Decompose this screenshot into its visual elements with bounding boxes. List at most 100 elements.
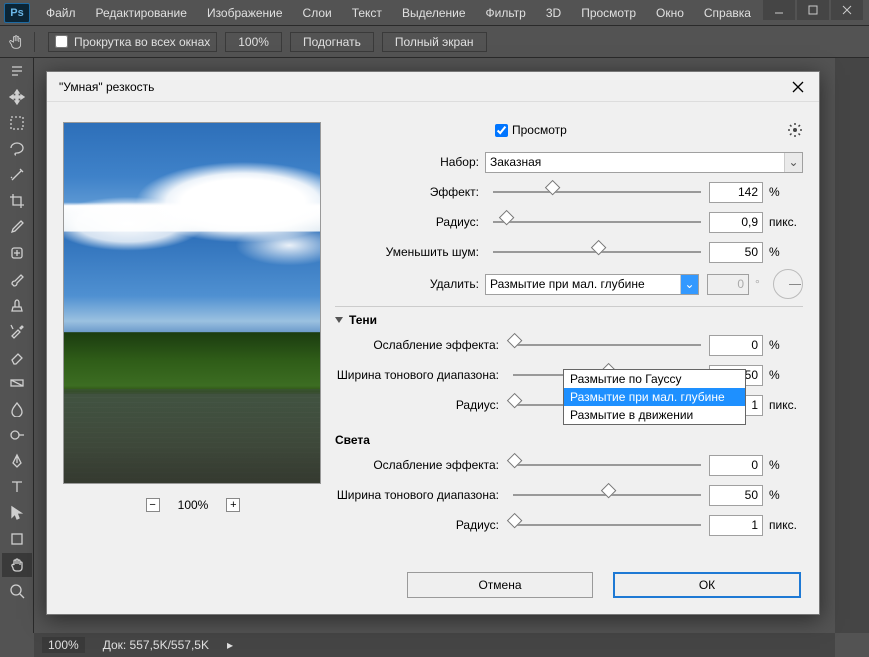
- zoom-100-button[interactable]: 100%: [225, 32, 282, 52]
- scroll-all-checkbox-input[interactable]: [55, 35, 68, 48]
- shadow-fade-input[interactable]: [709, 335, 763, 356]
- shadow-tonal-label: Ширина тонового диапазона:: [335, 368, 505, 382]
- menu-image[interactable]: Изображение: [197, 2, 293, 24]
- right-panels[interactable]: [835, 58, 869, 633]
- shadow-radius-label: Радиус:: [335, 398, 505, 412]
- fit-button[interactable]: Подогнать: [290, 32, 374, 52]
- hl-fade-input[interactable]: [709, 455, 763, 476]
- shadow-fade-slider[interactable]: [513, 335, 701, 355]
- angle-input[interactable]: [707, 274, 749, 295]
- dodge-tool[interactable]: [2, 423, 32, 447]
- magic-wand-tool[interactable]: [2, 163, 32, 187]
- hl-fade-slider[interactable]: [513, 455, 701, 475]
- menu-3d[interactable]: 3D: [536, 2, 571, 24]
- eyedropper-tool[interactable]: [2, 215, 32, 239]
- noise-slider[interactable]: [493, 242, 701, 262]
- tab-expand-icon[interactable]: [2, 59, 32, 83]
- highlights-section-header[interactable]: Света: [335, 427, 803, 447]
- zoom-field[interactable]: 100%: [42, 637, 85, 653]
- preview-checkbox[interactable]: Просмотр: [495, 123, 567, 137]
- hl-radius-slider[interactable]: [513, 515, 701, 535]
- fullscreen-button[interactable]: Полный экран: [382, 32, 487, 52]
- menu-filter[interactable]: Фильтр: [476, 2, 536, 24]
- lasso-tool[interactable]: [2, 137, 32, 161]
- preview-zoom-label: 100%: [178, 498, 209, 512]
- pen-tool[interactable]: [2, 449, 32, 473]
- gradient-tool[interactable]: [2, 371, 32, 395]
- hl-radius-input[interactable]: [709, 515, 763, 536]
- dialog-titlebar[interactable]: "Умная" резкость: [47, 72, 819, 102]
- amount-unit: %: [763, 185, 803, 199]
- app-logo: Ps: [4, 3, 30, 23]
- clone-stamp-tool[interactable]: [2, 293, 32, 317]
- menu-view[interactable]: Просмотр: [571, 2, 646, 24]
- hl-radius-label: Радиус:: [335, 518, 505, 532]
- angle-dial[interactable]: [773, 269, 803, 299]
- hl-tonal-unit: %: [763, 488, 803, 502]
- minimize-button[interactable]: [763, 0, 795, 20]
- shadow-fade-label: Ослабление эффекта:: [335, 338, 505, 352]
- preview-checkbox-input[interactable]: [495, 124, 508, 137]
- amount-label: Эффект:: [335, 185, 485, 199]
- chevron-down-icon: ⌄: [784, 153, 802, 172]
- preview-image[interactable]: [63, 122, 321, 484]
- status-arrow-icon[interactable]: ▸: [227, 638, 233, 652]
- amount-slider[interactable]: [493, 182, 701, 202]
- remove-option-gauss[interactable]: Размытие по Гауссу: [564, 370, 745, 388]
- hand-tool[interactable]: [2, 553, 32, 577]
- menu-file[interactable]: Файл: [36, 2, 86, 24]
- hl-tonal-label: Ширина тонового диапазона:: [335, 488, 505, 502]
- healing-brush-tool[interactable]: [2, 241, 32, 265]
- move-tool[interactable]: [2, 85, 32, 109]
- noise-unit: %: [763, 245, 803, 259]
- menu-window[interactable]: Окно: [646, 2, 694, 24]
- menu-text[interactable]: Текст: [342, 2, 392, 24]
- status-bar: 100% Док: 557,5K/557,5K ▸: [34, 633, 835, 657]
- zoom-tool[interactable]: [2, 579, 32, 603]
- hl-tonal-slider[interactable]: [513, 485, 701, 505]
- hand-tool-icon: [8, 33, 26, 51]
- radius-label: Радиус:: [335, 215, 485, 229]
- shape-tool[interactable]: [2, 527, 32, 551]
- remove-dropdown[interactable]: Размытие при мал. глубине ⌄: [485, 274, 699, 295]
- zoom-out-button[interactable]: −: [146, 498, 160, 512]
- shadow-radius-unit: пикс.: [763, 398, 803, 412]
- radius-input[interactable]: [709, 212, 763, 233]
- menu-edit[interactable]: Редактирование: [86, 2, 197, 24]
- noise-input[interactable]: [709, 242, 763, 263]
- remove-option-motion[interactable]: Размытие в движении: [564, 406, 745, 424]
- maximize-button[interactable]: [797, 0, 829, 20]
- marquee-tool[interactable]: [2, 111, 32, 135]
- radius-slider[interactable]: [493, 212, 701, 232]
- preset-dropdown[interactable]: Заказная ⌄: [485, 152, 803, 173]
- menu-select[interactable]: Выделение: [392, 2, 476, 24]
- remove-label: Удалить:: [335, 277, 485, 291]
- amount-input[interactable]: [709, 182, 763, 203]
- hl-tonal-input[interactable]: [709, 485, 763, 506]
- zoom-in-button[interactable]: +: [226, 498, 240, 512]
- cancel-button[interactable]: Отмена: [407, 572, 593, 598]
- highlights-header-label: Света: [335, 433, 370, 447]
- path-select-tool[interactable]: [2, 501, 32, 525]
- close-icon[interactable]: [789, 78, 807, 96]
- type-tool[interactable]: [2, 475, 32, 499]
- blur-tool[interactable]: [2, 397, 32, 421]
- eraser-tool[interactable]: [2, 345, 32, 369]
- remove-dropdown-list: Размытие по Гауссу Размытие при мал. глу…: [563, 369, 746, 425]
- ok-button[interactable]: ОК: [613, 572, 801, 598]
- dialog-title: "Умная" резкость: [59, 80, 154, 94]
- preview-label: Просмотр: [512, 123, 567, 137]
- gear-icon[interactable]: [787, 122, 803, 138]
- menu-layer[interactable]: Слои: [293, 2, 342, 24]
- crop-tool[interactable]: [2, 189, 32, 213]
- shadows-section-header[interactable]: Тени: [335, 306, 803, 327]
- menu-help[interactable]: Справка: [694, 2, 761, 24]
- history-brush-tool[interactable]: [2, 319, 32, 343]
- smart-sharpen-dialog: "Умная" резкость − 100% + Просмотр: [46, 71, 820, 615]
- scroll-all-windows-checkbox[interactable]: Прокрутка во всех окнах: [48, 32, 217, 52]
- toolbox: [0, 58, 34, 633]
- brush-tool[interactable]: [2, 267, 32, 291]
- hl-radius-unit: пикс.: [763, 518, 803, 532]
- close-window-button[interactable]: [831, 0, 863, 20]
- remove-option-lensblur[interactable]: Размытие при мал. глубине: [564, 388, 745, 406]
